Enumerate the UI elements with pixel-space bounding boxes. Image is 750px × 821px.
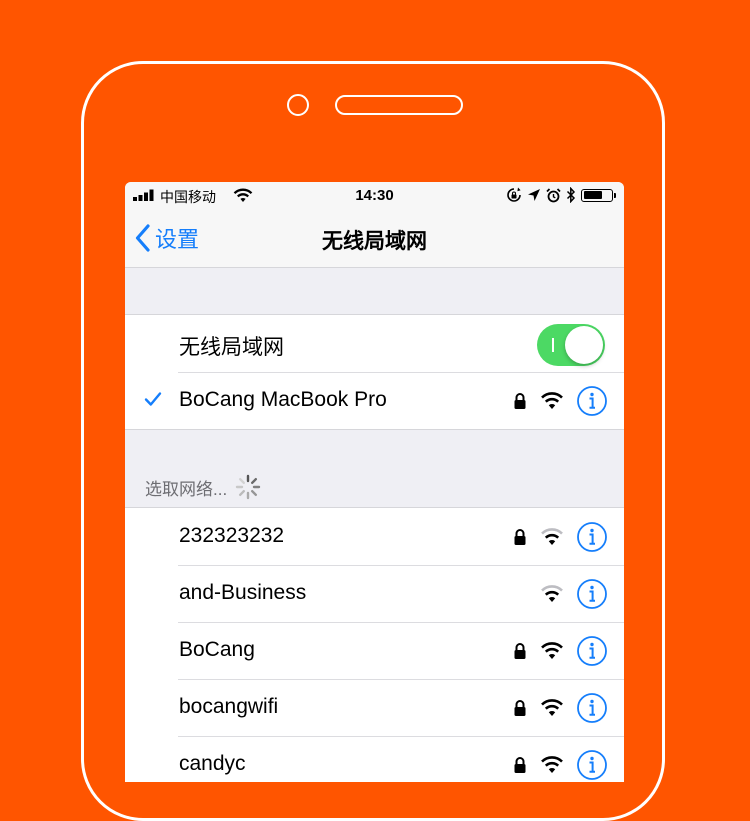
info-icon[interactable]: [576, 521, 608, 553]
location-arrow-icon: [528, 189, 540, 201]
info-icon[interactable]: [576, 635, 608, 667]
battery-tip: [614, 192, 616, 198]
network-row[interactable]: bocangwifi: [125, 679, 624, 736]
network-name: bocangwifi: [179, 695, 279, 718]
lock-icon: [514, 757, 526, 773]
wifi-signal-icon: [541, 756, 563, 773]
wlan-group: 无线局域网 BoCang MacBook Pro: [125, 314, 624, 430]
battery-icon: [581, 188, 613, 202]
info-icon[interactable]: [576, 385, 608, 417]
rotation-lock-icon: [507, 187, 521, 202]
wifi-signal-icon: [541, 642, 563, 659]
section-header-label: 选取网络...: [145, 479, 228, 499]
navigation-bar: 设置 无线局域网: [125, 210, 624, 268]
network-row[interactable]: and-Business: [125, 565, 624, 622]
network-row[interactable]: BoCang: [125, 622, 624, 679]
toggle-knob: [565, 326, 603, 364]
wifi-signal-icon: [541, 585, 563, 602]
status-icons: [506, 187, 616, 203]
info-icon[interactable]: [576, 578, 608, 610]
wifi-signal-icon: [541, 699, 563, 716]
network-row[interactable]: candyc: [125, 736, 624, 782]
network-name: 232323232: [179, 524, 285, 547]
connected-network-row[interactable]: BoCang MacBook Pro: [125, 372, 624, 429]
wifi-signal-icon: [541, 392, 563, 409]
phone-screen: 中国移动 14:30 设置 无线局域网 无线局域网 BoCang MacBook…: [125, 182, 624, 782]
camera-outline: [287, 94, 309, 116]
loading-spinner-icon: [235, 474, 261, 500]
toggle-on-mark: [552, 338, 554, 352]
bluetooth-icon: [566, 187, 576, 203]
wlan-toggle-row: 无线局域网: [125, 315, 624, 372]
connected-network-name: BoCang MacBook Pro: [179, 388, 387, 411]
choose-network-header: 选取网络...: [145, 474, 261, 500]
info-icon[interactable]: [576, 692, 608, 724]
lock-icon: [514, 643, 526, 659]
network-name: BoCang: [179, 638, 255, 661]
network-row[interactable]: 232323232: [125, 508, 624, 565]
speaker-outline: [335, 95, 463, 115]
network-name: and-Business: [179, 581, 307, 604]
alarm-icon: [546, 187, 561, 202]
lock-icon: [514, 700, 526, 716]
network-name: candyc: [179, 752, 246, 775]
wlan-toggle-label: 无线局域网: [179, 336, 284, 359]
status-bar: 中国移动 14:30: [125, 182, 624, 210]
page-title: 无线局域网: [322, 230, 427, 253]
lock-icon: [514, 393, 526, 409]
wifi-signal-icon: [541, 528, 563, 545]
lock-icon: [514, 529, 526, 545]
wlan-toggle-switch[interactable]: [537, 324, 605, 366]
checkmark-icon: [144, 392, 162, 406]
network-list: 232323232 and-Business BoCang bocangwifi…: [125, 507, 624, 782]
info-icon[interactable]: [576, 749, 608, 781]
